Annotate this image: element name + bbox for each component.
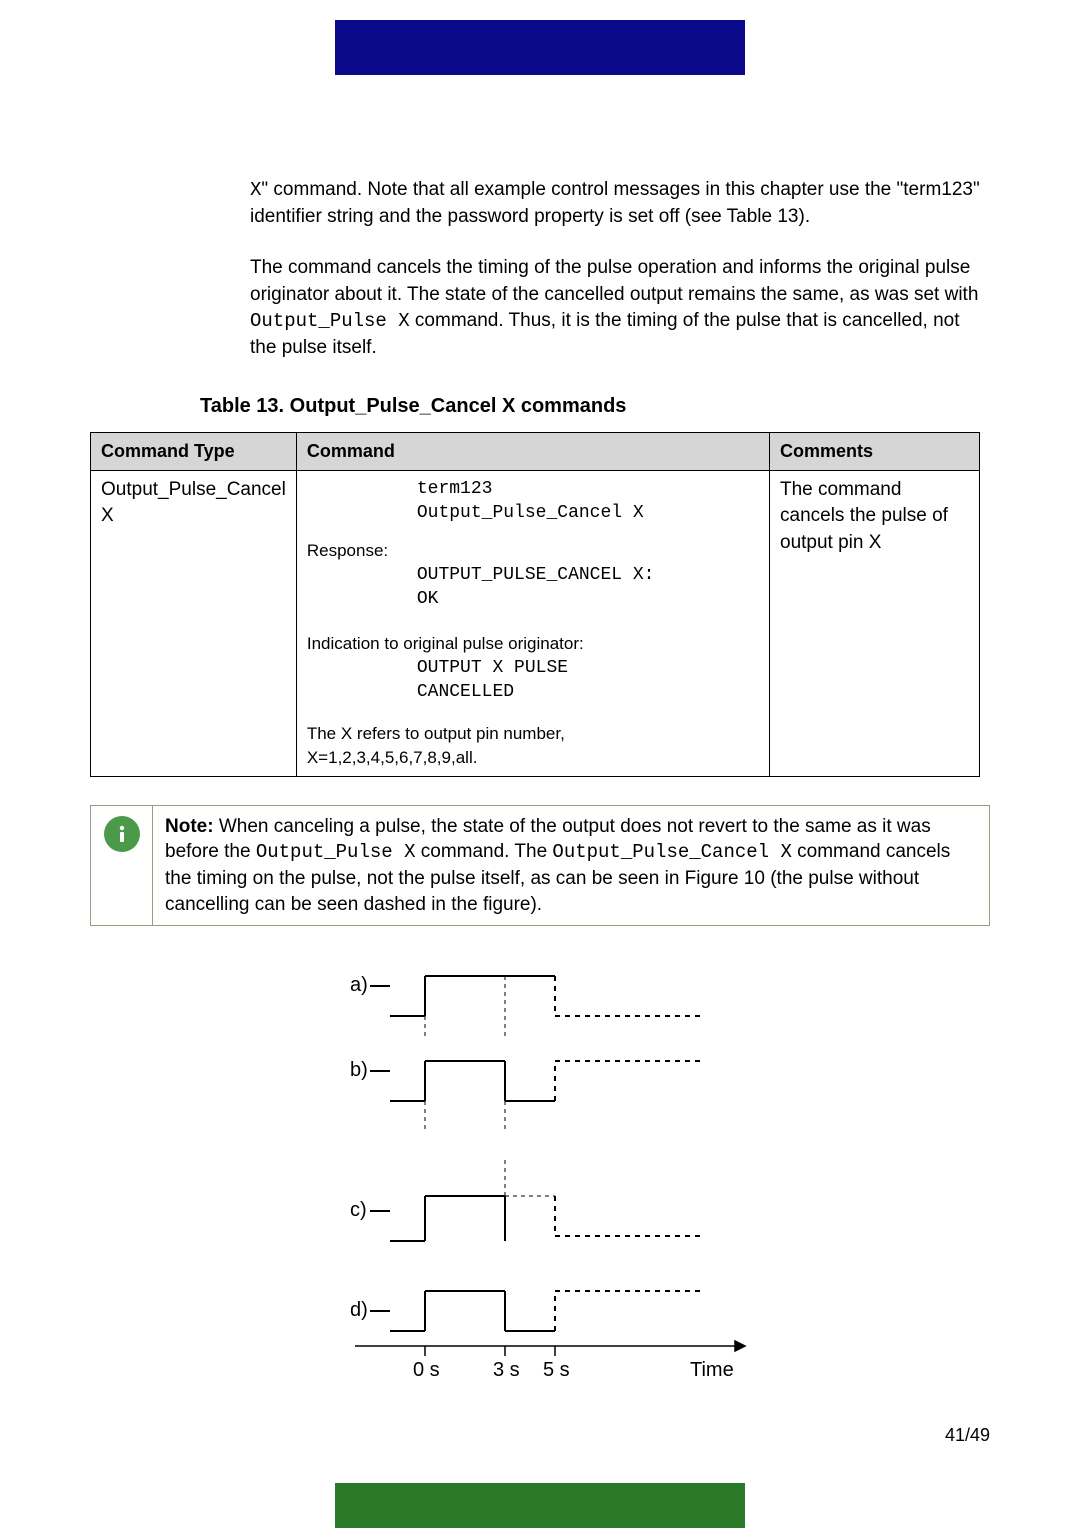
- tick-0s: 0 s: [413, 1359, 440, 1381]
- td-command-type: Output_Pulse_Cancel X: [91, 470, 297, 776]
- cmd-line-1: term123: [417, 477, 759, 501]
- page-number: 41/49: [945, 1423, 990, 1448]
- th-command-type: Command Type: [91, 432, 297, 470]
- footer-green-block: [335, 1483, 745, 1528]
- label-b: b): [350, 1059, 368, 1081]
- intro-paragraph-1: X" command. Note that all example contro…: [250, 177, 980, 230]
- resp-line-2: OK: [417, 587, 759, 611]
- indication-label: Indication to original pulse originator:: [307, 632, 759, 656]
- command-table: Command Type Command Comments Output_Pul…: [90, 432, 980, 777]
- th-comments: Comments: [770, 432, 980, 470]
- table-caption: Table 13. Output_Pulse_Cancel X commands: [200, 392, 990, 420]
- td-command: term123 Output_Pulse_Cancel X Response: …: [296, 470, 769, 776]
- label-c: c): [350, 1199, 367, 1221]
- intro1-code: X: [250, 179, 261, 201]
- label-a: a): [350, 974, 368, 996]
- axis-time: Time: [690, 1359, 734, 1381]
- cmd-line-2: Output_Pulse_Cancel X: [417, 501, 759, 525]
- response-label: Response:: [307, 539, 759, 563]
- timing-diagram: a) b) c) d) 0 s 3 s 5 s Time: [100, 956, 990, 1386]
- note-c2: Output_Pulse_Cancel X: [552, 841, 791, 863]
- note-text: Note: When canceling a pulse, the state …: [153, 806, 989, 926]
- note-c1: Output_Pulse X: [256, 841, 416, 863]
- note-bold: Note:: [165, 816, 214, 837]
- header-bar: [0, 0, 1080, 72]
- info-icon: [104, 816, 140, 852]
- ind-line-1: OUTPUT X PULSE: [417, 656, 759, 680]
- footer-line-1: The X refers to output pin number,: [307, 722, 759, 746]
- intro2-text-a: The command cancels the timing of the pu…: [250, 257, 978, 305]
- note-icon-cell: [91, 806, 153, 926]
- intro2-code: Output_Pulse X: [250, 310, 410, 332]
- note-box: Note: When canceling a pulse, the state …: [90, 805, 990, 927]
- ind-line-2: CANCELLED: [417, 680, 759, 704]
- footer-bar: [0, 1470, 1080, 1528]
- note-p2: command. The: [415, 841, 552, 862]
- resp-line-1: OUTPUT_PULSE_CANCEL X:: [417, 563, 759, 587]
- intro1-text: " command. Note that all example control…: [250, 179, 980, 227]
- tick-5s: 5 s: [543, 1359, 570, 1381]
- timing-svg: a) b) c) d) 0 s 3 s 5 s Time: [295, 956, 795, 1386]
- footer-line-2: X=1,2,3,4,5,6,7,8,9,all.: [307, 746, 759, 770]
- th-command: Command: [296, 432, 769, 470]
- header-blue-block: [335, 20, 745, 75]
- label-d: d): [350, 1299, 368, 1321]
- intro-paragraph-2: The command cancels the timing of the pu…: [250, 255, 990, 361]
- tick-3s: 3 s: [493, 1359, 520, 1381]
- td-comments: The command cancels the pulse of output …: [770, 470, 980, 776]
